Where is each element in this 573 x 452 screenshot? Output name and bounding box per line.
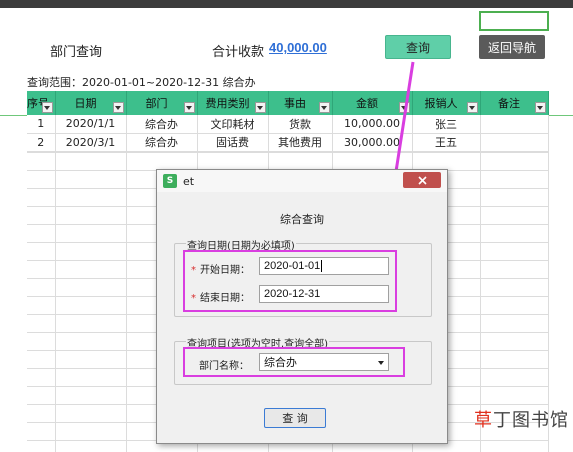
cell-date[interactable]: 2020/1/1 [55, 115, 127, 134]
selected-cell[interactable] [479, 11, 549, 31]
date-group [174, 243, 432, 317]
column-header[interactable]: 费用类别 [197, 91, 269, 115]
column-header[interactable]: 序号 [27, 91, 56, 115]
cell-amount[interactable]: 30,000.00 [332, 133, 413, 152]
column-header[interactable]: 备注 [480, 91, 549, 115]
cell-category[interactable]: 固话费 [197, 133, 269, 152]
query-range-text: 查询范围：2020-01-01~2020-12-31 综合办 [27, 76, 256, 89]
total-value: 40,000.00 [269, 40, 327, 55]
column-header[interactable]: 报销人 [412, 91, 481, 115]
cell-person[interactable]: 王五 [412, 133, 481, 152]
filter-dropdown-icon[interactable] [41, 102, 53, 113]
item-group-label: 查询项目(选项为空时,查询全部) [186, 335, 329, 350]
date-group-label: 查询日期(日期为必填项) [186, 237, 296, 252]
page-title: 部门查询 [50, 45, 103, 60]
dialog-title: et [183, 174, 195, 188]
filter-dropdown-icon[interactable] [318, 102, 330, 113]
cell-category[interactable]: 文印耗材 [197, 115, 269, 134]
back-nav-button[interactable]: 返回导航 [479, 35, 545, 59]
text-cursor [321, 260, 323, 272]
app-icon: S [163, 174, 177, 188]
column-header[interactable]: 金额 [332, 91, 413, 115]
column-header[interactable]: 部门 [126, 91, 198, 115]
filter-dropdown-icon[interactable] [466, 102, 478, 113]
start-date-input[interactable]: 2020-01-01 [259, 257, 389, 275]
cell-person[interactable]: 张三 [412, 115, 481, 134]
filter-dropdown-icon[interactable] [112, 102, 124, 113]
dept-select[interactable]: 综合办 [259, 353, 389, 371]
top-bar [0, 0, 573, 8]
dialog-heading: 综合查询 [280, 213, 324, 226]
column-header[interactable]: 日期 [55, 91, 127, 115]
end-date-label: * 结束日期： [191, 293, 250, 304]
filter-dropdown-icon[interactable] [534, 102, 546, 113]
cell-seq[interactable]: 1 [27, 115, 56, 134]
watermark: 草丁图书馆 [474, 410, 569, 431]
cell-reason[interactable]: 货款 [268, 115, 333, 134]
dialog-titlebar: S et [157, 170, 447, 192]
dept-name-label: 部门名称： [199, 361, 249, 372]
filter-dropdown-icon[interactable] [254, 102, 266, 113]
table-header-row: 序号 日期 部门 费用类别 事由 金额 报销人 备注 [27, 91, 549, 115]
cell-note[interactable] [480, 133, 549, 152]
total-label: 合计收款 [212, 45, 265, 60]
column-header[interactable]: 事由 [268, 91, 333, 115]
filter-dropdown-icon[interactable] [398, 102, 410, 113]
cell-date[interactable]: 2020/3/1 [55, 133, 127, 152]
table-row: 2 2020/3/1 综合办 固话费 其他费用 30,000.00 王五 [27, 133, 549, 152]
query-button[interactable]: 查询 [385, 35, 451, 59]
end-date-input[interactable]: 2020-12-31 [259, 285, 389, 303]
cell-dept[interactable]: 综合办 [126, 115, 198, 134]
cell-seq[interactable]: 2 [27, 133, 56, 152]
cell-dept[interactable]: 综合办 [126, 133, 198, 152]
expense-table: 序号 日期 部门 费用类别 事由 金额 报销人 备注 1 2020/1/1 综合… [27, 91, 549, 152]
cell-amount[interactable]: 10,000.00 [332, 115, 413, 134]
query-dialog: S et 综合查询 查询日期(日期为必填项) * 开始日期： 2020-01-01… [156, 169, 448, 444]
dialog-query-button[interactable]: 查 询 [264, 408, 326, 428]
close-button[interactable] [403, 172, 441, 188]
filter-dropdown-icon[interactable] [183, 102, 195, 113]
cell-note[interactable] [480, 115, 549, 134]
table-row: 1 2020/1/1 综合办 文印耗材 货款 10,000.00 张三 [27, 115, 549, 134]
close-icon [417, 175, 427, 185]
start-date-label: * 开始日期： [191, 265, 250, 276]
cell-reason[interactable]: 其他费用 [268, 133, 333, 152]
chevron-down-icon [378, 361, 384, 365]
